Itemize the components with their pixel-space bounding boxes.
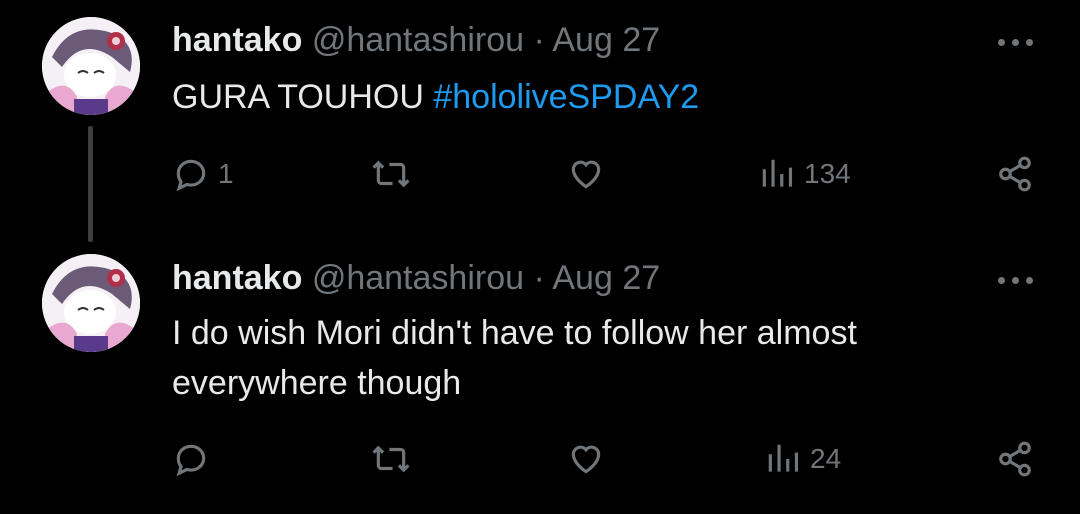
like-button[interactable] (566, 440, 614, 478)
views-count: 24 (810, 443, 842, 474)
author-handle[interactable]: @hantashirou (312, 259, 524, 297)
reply-icon (176, 444, 206, 477)
views-icon (768, 444, 799, 472)
author-handle[interactable]: @hantashirou (312, 21, 524, 59)
tweet-date[interactable]: Aug 27 (552, 259, 660, 297)
tweet-date[interactable]: Aug 27 (552, 21, 660, 59)
retweet-button[interactable] (370, 155, 420, 193)
retweet-icon (372, 160, 410, 188)
tweet-text: GURA TOUHOU #hololiveSPDAY2 (172, 72, 699, 122)
reply-button[interactable]: 1 (172, 155, 234, 193)
like-icon (571, 160, 601, 189)
tweet-text-line: I do wish Mori didn't have to follow her… (172, 314, 857, 352)
share-icon (999, 156, 1031, 192)
separator-dot: · (533, 21, 545, 59)
avatar[interactable] (42, 17, 140, 115)
views-button[interactable]: 24 (764, 440, 841, 478)
tweet-text-plain: GURA TOUHOU (172, 78, 434, 116)
reply-button[interactable] (172, 440, 218, 478)
tweet-header: hantako @hantashirou · Aug 27 (172, 20, 660, 60)
retweet-icon (372, 445, 410, 473)
avatar-image (42, 17, 140, 115)
share-icon (999, 441, 1031, 477)
avatar-image (42, 254, 140, 352)
avatar[interactable] (42, 254, 140, 352)
author-name[interactable]: hantako (172, 21, 302, 59)
share-button[interactable] (996, 155, 1034, 193)
views-count: 134 (804, 158, 851, 189)
tweet-actions: 24 (0, 440, 1080, 484)
tweet-text-line: everywhere though (172, 364, 462, 402)
reply-count: 1 (218, 158, 234, 189)
more-icon[interactable] (996, 32, 1036, 52)
more-icon[interactable] (996, 270, 1036, 290)
tweet-text: I do wish Mori didn't have to follow her… (172, 308, 857, 408)
tweet-actions: 1 134 (0, 153, 1080, 197)
like-button[interactable] (566, 155, 614, 193)
views-icon (762, 159, 793, 187)
tweet-2[interactable]: hantako @hantashirou · Aug 27 I do wish … (0, 242, 1080, 514)
retweet-button[interactable] (370, 440, 420, 478)
share-button[interactable] (996, 440, 1034, 478)
author-name[interactable]: hantako (172, 259, 302, 297)
hashtag-link[interactable]: #hololiveSPDAY2 (433, 78, 699, 116)
reply-icon (176, 159, 206, 192)
separator-dot: · (533, 259, 545, 297)
tweet-1[interactable]: hantako @hantashirou · Aug 27 GURA TOUHO… (0, 0, 1080, 242)
like-icon (571, 445, 601, 474)
tweet-header: hantako @hantashirou · Aug 27 (172, 258, 660, 298)
views-button[interactable]: 134 (758, 155, 851, 193)
